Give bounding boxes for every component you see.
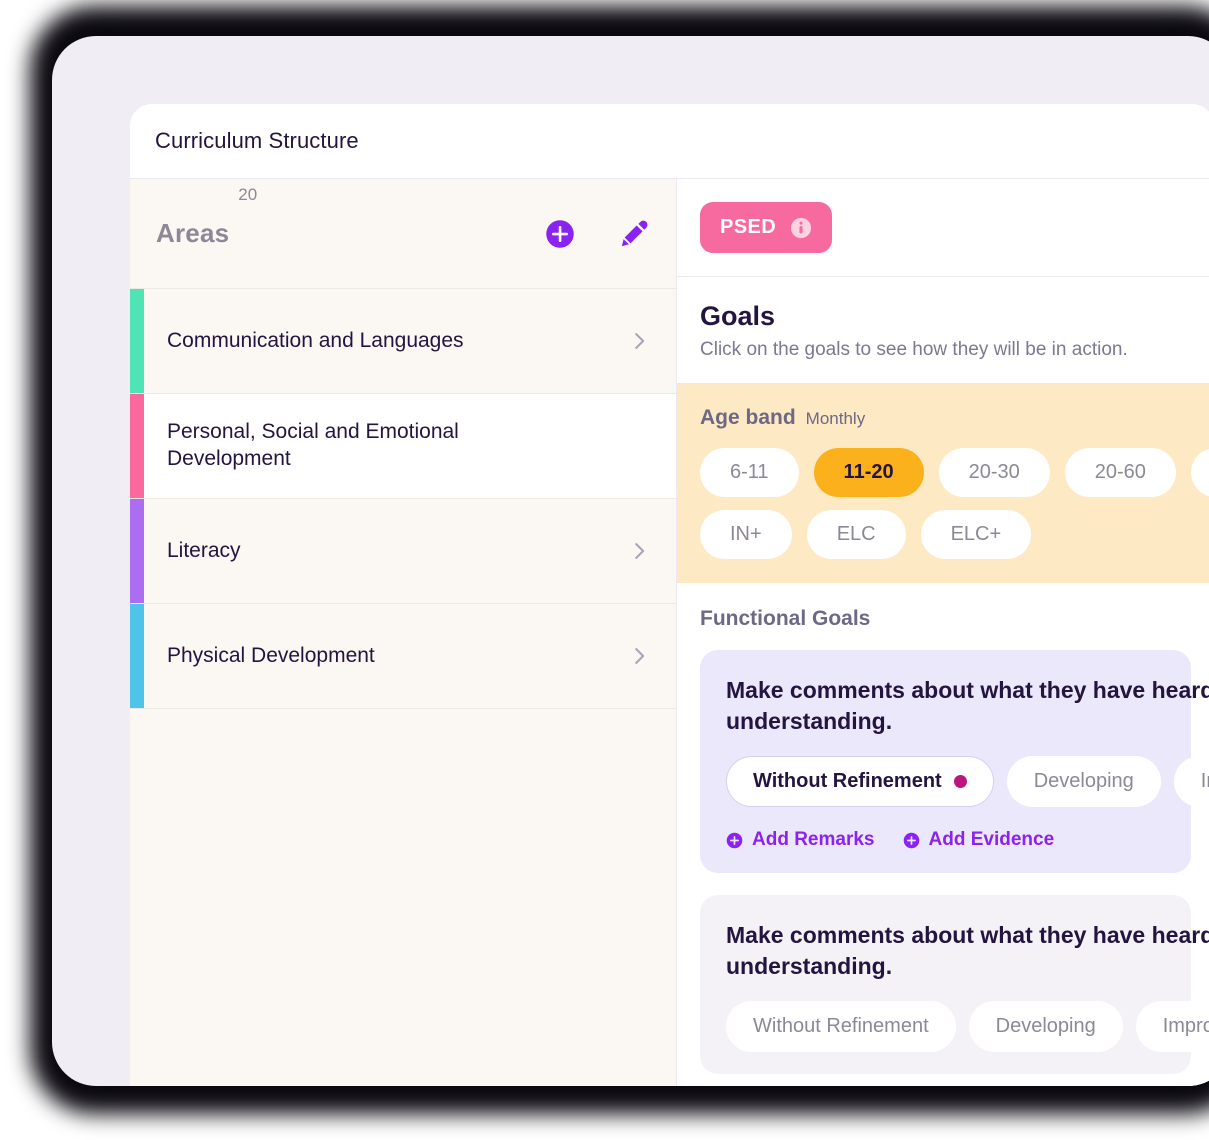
goal-text-line-1: Make comments about what they have heard… (726, 922, 1209, 949)
age-band-title: Age band (700, 406, 796, 429)
area-label: Communication and Languages (167, 328, 464, 352)
functional-goals-title: Functional Goals (700, 607, 871, 630)
area-color-bar (130, 394, 144, 498)
add-remarks-label: Add Remarks (752, 829, 875, 851)
window-frame: Curriculum Structure Areas 20 Communicat… (52, 36, 1209, 1086)
plus-circle-icon (546, 219, 574, 248)
sidebar-header-actions (545, 218, 650, 250)
sidebar-item-communication-and-languages[interactable]: Communication and Languages (130, 289, 676, 394)
status-selected-dot-icon (953, 775, 967, 789)
age-band-pill-20-30[interactable]: 20-30 (938, 448, 1050, 497)
age-band-pill-elc-plus[interactable]: ELC+ (920, 510, 1032, 559)
add-remarks-button[interactable]: Add Remarks (726, 829, 875, 851)
age-band-pill-elc[interactable]: ELC (806, 510, 906, 559)
chevron-right-icon (635, 543, 645, 559)
goal-text: Make comments about what they have heard… (726, 675, 1209, 736)
sidebar-header-title: Areas (156, 218, 230, 248)
status-badge[interactable]: PSED (700, 202, 833, 253)
goal-text: Make comments about what they have heard… (726, 920, 1209, 981)
area-color-bar (130, 604, 144, 708)
app-card: Curriculum Structure Areas 20 Communicat… (130, 104, 1209, 1086)
goal-card[interactable]: Make comments about what they have heard… (700, 895, 1209, 1075)
area-list: Communication and Languages Personal, So… (130, 289, 676, 1086)
goal-text-line-2: understanding. (726, 952, 893, 979)
chevron-right-icon (635, 648, 645, 664)
sidebar-item-literacy[interactable]: Literacy (130, 499, 676, 604)
areas-count: 20 (238, 185, 258, 204)
main-panel: PSED Goals Click on the goals to see how… (677, 179, 1209, 1086)
area-label: Literacy (167, 538, 241, 562)
status-pill-improving[interactable]: Improving (1135, 1001, 1209, 1053)
status-pill-developing[interactable]: Developing (968, 1001, 1123, 1053)
sidebar-item-physical-development[interactable]: Physical Development (130, 604, 676, 709)
area-color-bar (130, 289, 144, 393)
sidebar: Areas 20 Communication and Languages Per… (130, 179, 677, 1086)
pencil-icon (621, 220, 648, 246)
body-split: Areas 20 Communication and Languages Per… (130, 179, 1209, 1086)
sidebar-header: Areas 20 (130, 179, 676, 289)
functional-goals-section: Functional Goals Make comments about wha… (677, 583, 1209, 1086)
age-band-pills: 6-11 11-20 20-30 20-60 60-90 IN+ ELC ELC… (700, 448, 1209, 559)
sidebar-item-personal-social-and-emotional-development[interactable]: Personal, Social and Emotional Developme… (130, 394, 676, 499)
goal-text-line-1: Make comments about what they have heard… (726, 677, 1209, 703)
status-pill-developing[interactable]: Developing (1006, 756, 1161, 808)
titlebar: Curriculum Structure (130, 104, 1209, 179)
area-color-bar (130, 499, 144, 603)
screenshot-stage: Curriculum Structure Areas 20 Communicat… (0, 0, 1209, 1140)
goal-text-line-2: understanding. (726, 707, 893, 734)
age-band-row: 6-11 11-20 20-30 20-60 60-90 (700, 448, 1209, 497)
status-pill-without-refinement[interactable]: Without Refinement (726, 1001, 956, 1053)
goals-title: Goals (700, 301, 776, 331)
edit-areas-button[interactable] (618, 218, 650, 250)
age-band-section: Age band Monthly 6-11 11-20 20-30 20-60 … (677, 384, 1209, 583)
age-band-pill-11-20[interactable]: 11-20 (813, 448, 924, 497)
age-band-row: IN+ ELC ELC+ (700, 510, 1191, 559)
age-band-mode: Monthly (805, 409, 866, 428)
area-badge-label: PSED (720, 216, 777, 238)
age-band-header: Age band Monthly (700, 406, 1191, 430)
status-pill-label: Without Refinement (753, 770, 942, 793)
add-evidence-button[interactable]: Add Evidence (903, 829, 1055, 851)
area-label: Personal, Social and Emotional Developme… (167, 420, 459, 470)
main-topbar: PSED (677, 179, 1209, 277)
plus-circle-small-icon (726, 832, 743, 848)
goals-subtitle: Click on the goals to see how they will … (700, 339, 1128, 360)
goal-status-row: Without Refinement Developing Improving … (726, 1001, 1209, 1053)
age-band-pill-60-90[interactable]: 60-90 (1190, 448, 1209, 497)
age-band-pill-in-plus[interactable]: IN+ (700, 510, 792, 559)
info-icon[interactable] (790, 217, 812, 239)
age-band-pill-6-11[interactable]: 6-11 (700, 448, 799, 497)
status-pill-without-refinement[interactable]: Without Refinement (726, 756, 994, 808)
goal-actions: Add Remarks Add Evidence (726, 829, 1165, 851)
plus-circle-small-icon (903, 832, 919, 848)
goal-card[interactable]: Make comments about what they have heard… (700, 650, 1209, 874)
status-pill-improving[interactable]: Improving (1173, 756, 1209, 808)
goal-status-row: Without Refinement Developing Improving … (726, 756, 1209, 808)
chevron-right-icon (635, 333, 645, 349)
page-title: Curriculum Structure (155, 128, 359, 153)
age-band-pill-20-60[interactable]: 20-60 (1064, 448, 1176, 497)
add-evidence-label: Add Evidence (928, 829, 1055, 851)
goals-header: Goals Click on the goals to see how they… (677, 277, 1209, 384)
add-area-button[interactable] (545, 219, 575, 249)
area-label: Physical Development (167, 643, 375, 667)
